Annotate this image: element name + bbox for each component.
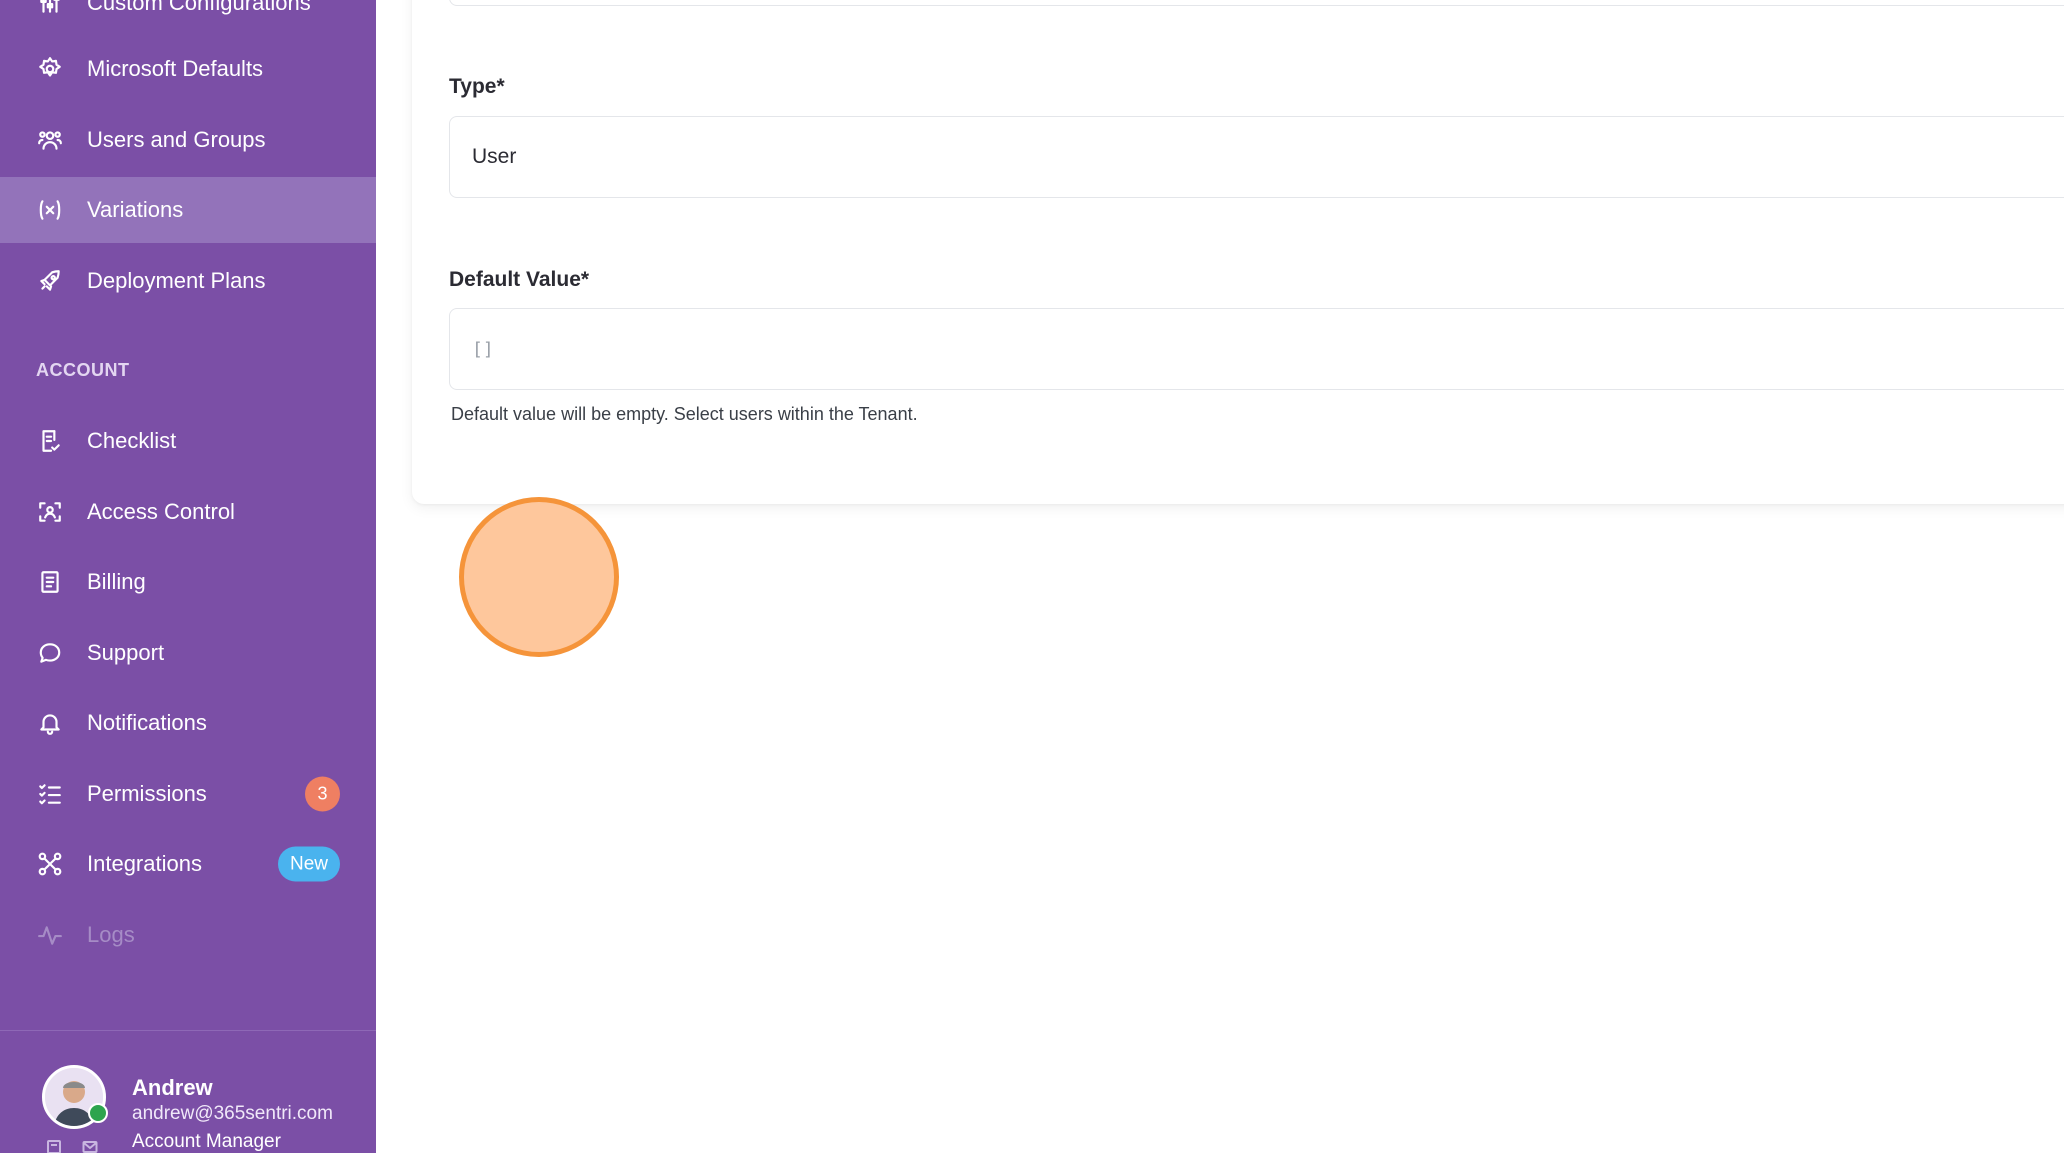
previous-field-input[interactable] xyxy=(449,0,2064,6)
sidebar-item-billing[interactable]: Billing xyxy=(0,549,376,615)
sidebar-item-label: Checklist xyxy=(87,428,177,453)
default-value-input[interactable]: [] xyxy=(449,308,2064,390)
default-value-label: Default Value* xyxy=(449,268,590,291)
sidebar-item-custom-configurations[interactable]: Custom Configurations xyxy=(0,0,376,36)
sidebar-item-label: Custom Configurations xyxy=(87,0,311,15)
profile-email: andrew@365sentri.com xyxy=(132,1103,333,1124)
chat-bubble-icon xyxy=(36,639,64,667)
rocket-icon xyxy=(36,267,64,295)
sidebar-item-label: Logs xyxy=(87,922,135,947)
sidebar-item-label: Permissions xyxy=(87,781,207,806)
document-icon[interactable] xyxy=(46,1139,62,1153)
integrations-new-badge: New xyxy=(277,846,340,882)
user-profile[interactable]: Andrew andrew@365sentri.com Account Mana… xyxy=(0,1030,376,1153)
sidebar-item-label: Billing xyxy=(87,569,146,594)
profile-role: Account Manager xyxy=(132,1131,281,1152)
integrations-icon xyxy=(36,850,64,878)
sidebar-item-notifications[interactable]: Notifications xyxy=(0,690,376,756)
sidebar-item-microsoft-defaults[interactable]: Microsoft Defaults xyxy=(0,36,376,102)
sidebar-item-access-control[interactable]: Access Control xyxy=(0,479,376,545)
sidebar-item-label: Users and Groups xyxy=(87,127,266,152)
activity-icon xyxy=(36,921,64,949)
scan-face-icon xyxy=(36,498,64,526)
form-card xyxy=(412,0,2064,504)
sidebar-item-label: Access Control xyxy=(87,499,235,524)
users-icon xyxy=(36,126,64,154)
sidebar-item-permissions[interactable]: Permissions 3 xyxy=(0,761,376,827)
sidebar-item-label: Deployment Plans xyxy=(87,268,266,293)
click-indicator xyxy=(459,497,619,657)
bell-icon xyxy=(36,709,64,737)
sidebar-item-variations[interactable]: Variations xyxy=(0,177,376,243)
sidebar-item-label: Variations xyxy=(87,197,184,222)
sidebar-item-users-and-groups[interactable]: Users and Groups xyxy=(0,107,376,173)
type-label: Type* xyxy=(449,75,505,98)
sidebar-item-support[interactable]: Support xyxy=(0,620,376,686)
sliders-icon xyxy=(36,0,64,17)
sidebar-item-label: Microsoft Defaults xyxy=(87,56,264,81)
checklist-icon xyxy=(36,427,64,455)
online-status-dot xyxy=(88,1103,108,1123)
type-select-value: User xyxy=(472,145,517,168)
default-value-placeholder: [] xyxy=(472,338,494,360)
mail-icon[interactable] xyxy=(82,1139,98,1153)
list-check-icon xyxy=(36,780,64,808)
gear-icon xyxy=(36,55,64,83)
receipt-icon xyxy=(36,568,64,596)
profile-name: Andrew xyxy=(132,1075,213,1100)
sidebar-item-logs[interactable]: Logs xyxy=(0,902,376,968)
sidebar-item-label: Integrations xyxy=(87,851,202,876)
sidebar-item-deployment-plans[interactable]: Deployment Plans xyxy=(0,248,376,314)
sidebar-item-label: Notifications xyxy=(87,710,207,735)
permissions-count-badge: 3 xyxy=(305,776,340,812)
sidebar-item-checklist[interactable]: Checklist xyxy=(0,408,376,474)
type-select[interactable]: User xyxy=(449,116,2064,198)
sidebar: Custom Configurations Microsoft Defaults… xyxy=(0,0,376,1153)
variable-icon xyxy=(36,196,64,224)
section-label-account: ACCOUNT xyxy=(36,360,130,380)
sidebar-item-integrations[interactable]: Integrations New xyxy=(0,831,376,897)
default-value-helper-text: Default value will be empty. Select user… xyxy=(451,404,918,424)
sidebar-item-label: Support xyxy=(87,640,165,665)
